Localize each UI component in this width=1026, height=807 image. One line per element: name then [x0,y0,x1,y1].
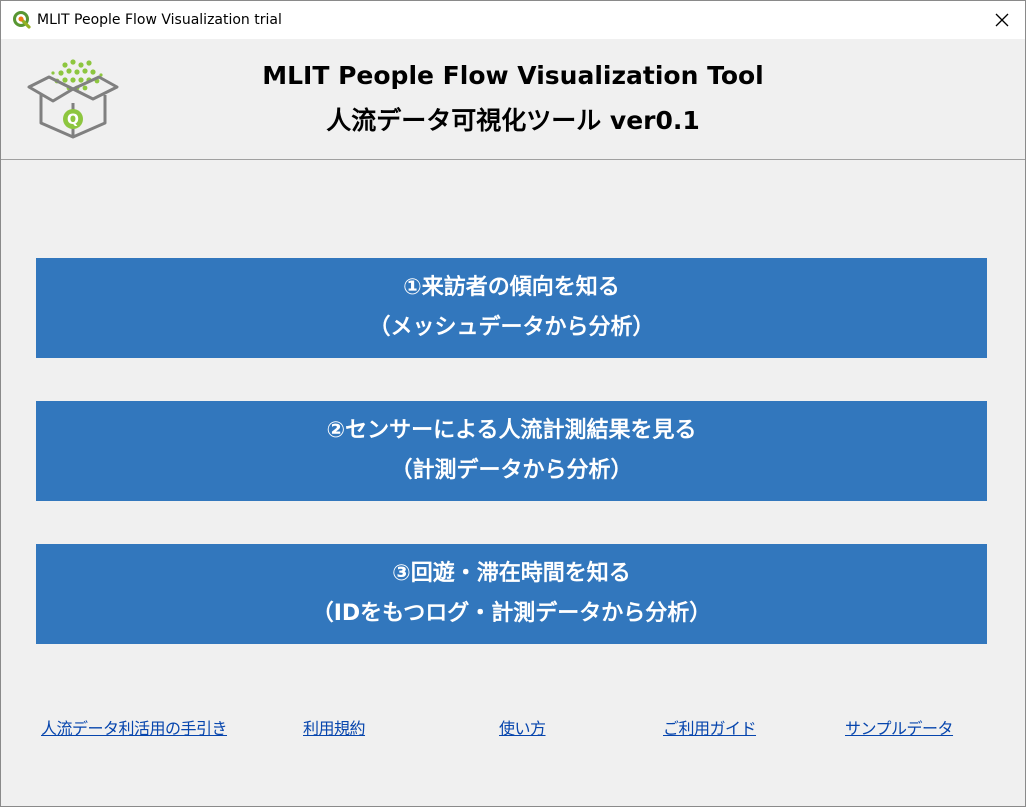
button-line2: （IDをもつログ・計測データから分析） [311,601,712,626]
app-window: MLIT People Flow Visualization trial Q M… [0,0,1026,807]
terms-link[interactable]: 利用規約 [303,715,366,739]
stay-time-button[interactable]: ③回遊・滞在時間を知る （IDをもつログ・計測データから分析） [36,544,987,644]
sample-data-link[interactable]: サンプルデータ [845,715,954,739]
button-line1: ①来訪者の傾向を知る [403,275,620,300]
button-line1: ②センサーによる人流計測結果を見る [326,418,697,443]
title-english: MLIT People Flow Visualization Tool [262,61,764,90]
footer-links: 人流データ利活用の手引き 利用規約 使い方 ご利用ガイド サンプルデータ [1,715,1025,739]
close-button[interactable] [979,1,1025,39]
user-guide-link[interactable]: ご利用ガイド [663,715,757,739]
visitor-trend-button[interactable]: ①来訪者の傾向を知る （メッシュデータから分析） [36,258,987,358]
button-line1: ③回遊・滞在時間を知る [392,561,631,586]
button-line2: （計測データから分析） [390,458,633,483]
title-bar: MLIT People Flow Visualization trial [1,1,1025,39]
usage-link[interactable]: 使い方 [499,715,546,739]
header: Q MLIT People Flow Visualization Tool 人流… [1,39,1025,160]
window-title: MLIT People Flow Visualization trial [37,12,282,28]
close-icon[interactable] [995,13,1009,27]
guide-link[interactable]: 人流データ利活用の手引き [41,715,228,739]
header-title: MLIT People Flow Visualization Tool 人流デー… [1,53,1025,143]
button-line2: （メッシュデータから分析） [368,315,655,340]
qgis-icon [13,11,31,29]
title-japanese: 人流データ可視化ツール ver0.1 [326,106,700,135]
sensor-results-button[interactable]: ②センサーによる人流計測結果を見る （計測データから分析） [36,401,987,501]
